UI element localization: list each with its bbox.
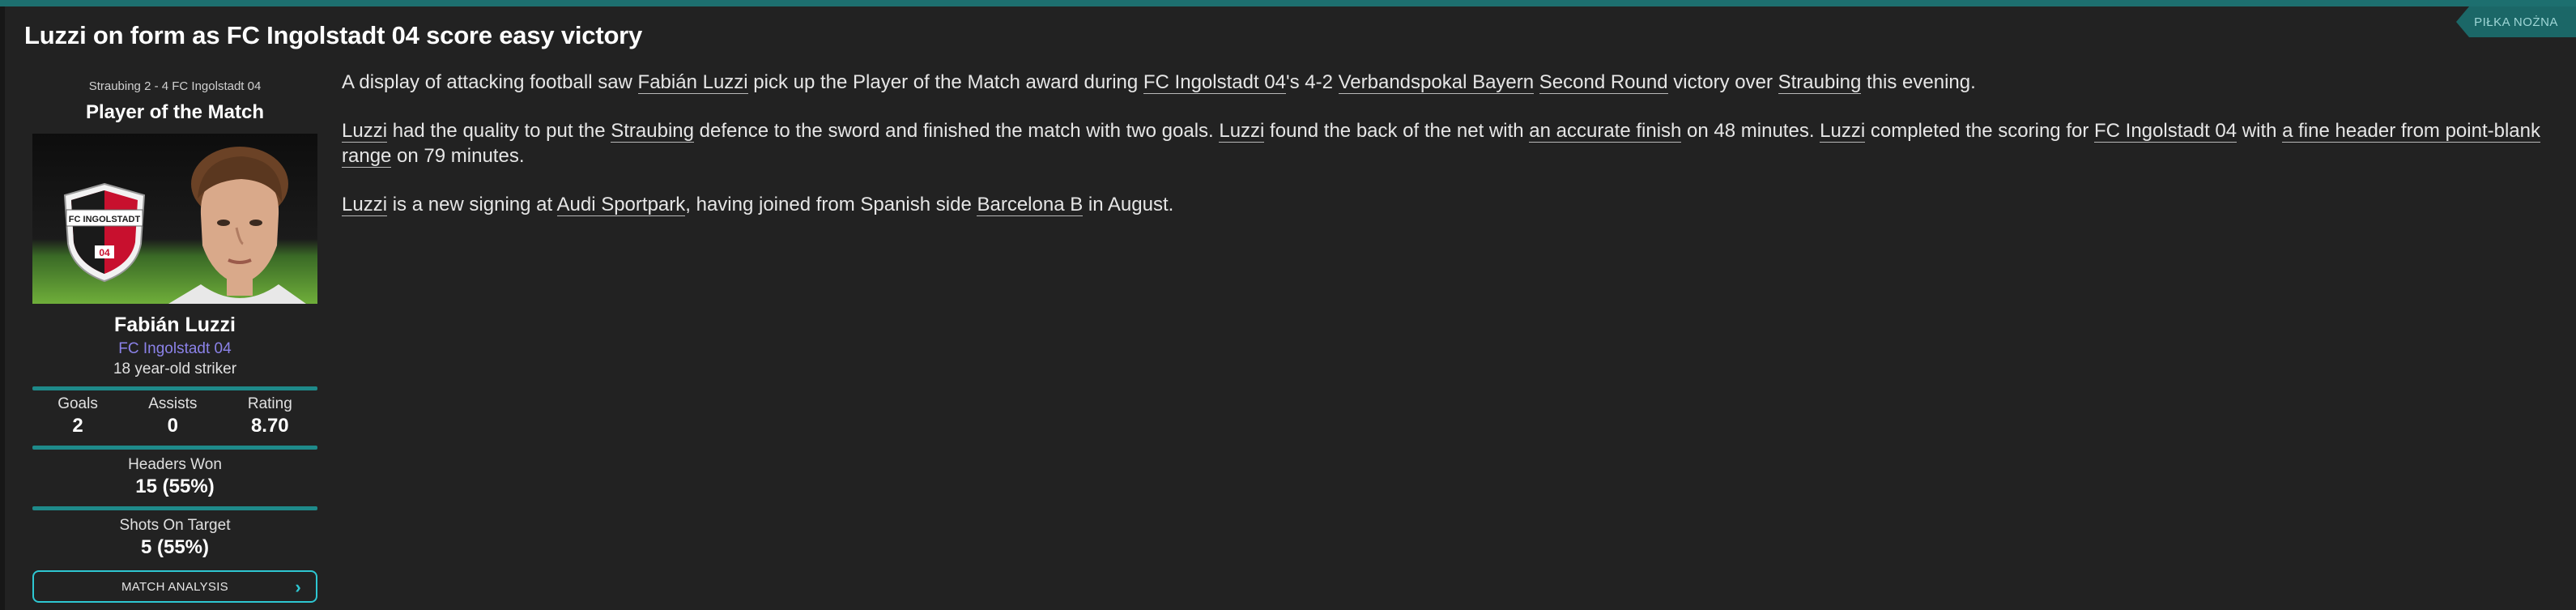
goal-highlight-link[interactable]: an accurate finish: [1529, 120, 1682, 143]
stats-row: Goals 2 Assists 0 Rating 8.70: [32, 395, 317, 437]
match-score-line[interactable]: Straubing 2 - 4 FC Ingolstadt 04: [32, 79, 317, 93]
stat-label: Headers Won: [128, 456, 222, 473]
player-club-link[interactable]: FC Ingolstadt 04: [32, 340, 317, 358]
club-link[interactable]: FC Ingolstadt 04: [2094, 120, 2238, 143]
stat-headers-won: Headers Won 15 (55%): [32, 456, 317, 498]
player-link[interactable]: Luzzi: [342, 194, 388, 216]
divider: [32, 446, 317, 450]
article-text: on 48 minutes.: [1681, 120, 1820, 142]
stat-rating: Rating 8.70: [248, 395, 292, 437]
article-paragraph: Luzzi is a new signing at Audi Sportpark…: [342, 192, 2544, 217]
round-link[interactable]: Second Round: [1539, 71, 1668, 94]
award-title: Player of the Match: [85, 101, 265, 123]
article-text: pick up the Player of the Match award du…: [747, 71, 1143, 93]
article-body: A display of attacking football saw Fabi…: [342, 70, 2544, 241]
stat-shots-on-target: Shots On Target 5 (55%): [32, 517, 317, 559]
stat-assists: Assists 0: [148, 395, 197, 437]
top-accent-bar: [0, 0, 2576, 6]
stat-value: 5 (55%): [140, 536, 210, 558]
player-of-match-card: Straubing 2 - 4 FC Ingolstadt 04 Player …: [32, 73, 317, 603]
divider: [32, 506, 317, 510]
stat-value: 2: [72, 415, 83, 437]
match-analysis-label: MATCH ANALYSIS: [121, 579, 228, 594]
stat-value: 0: [167, 415, 179, 437]
article-paragraph: A display of attacking football saw Fabi…: [342, 70, 2544, 95]
news-headline: Luzzi on form as FC Ingolstadt 04 score …: [24, 21, 643, 49]
divider: [32, 386, 317, 390]
crest-text: FC INGOLSTADT: [69, 215, 141, 224]
player-link[interactable]: Luzzi: [1820, 120, 1866, 143]
article-text: , having joined from Spanish side: [685, 194, 977, 215]
stat-label: Goals: [57, 395, 98, 412]
article-text: this evening.: [1861, 71, 1976, 93]
stat-label: Rating: [247, 395, 292, 412]
category-badge[interactable]: PIŁKA NOŻNA: [2456, 6, 2576, 37]
stat-label: Shots On Target: [119, 517, 231, 534]
stat-value: 8.70: [250, 415, 289, 437]
article-text: A display of attacking football saw: [342, 71, 638, 93]
player-name[interactable]: Fabián Luzzi: [32, 314, 317, 337]
player-description: 18 year-old striker: [113, 360, 237, 378]
article-text: had the quality to put the: [387, 120, 611, 142]
left-edge: [0, 6, 5, 610]
stat-label: Assists: [148, 395, 198, 412]
player-link[interactable]: Luzzi: [342, 120, 388, 143]
opponent-link[interactable]: Straubing: [1778, 71, 1862, 94]
competition-link[interactable]: Verbandspokal Bayern: [1338, 71, 1535, 94]
player-link[interactable]: Luzzi: [1219, 120, 1265, 143]
stat-value: 15 (55%): [135, 476, 215, 497]
article-text: 's 4-2: [1286, 71, 1339, 93]
article-text: in August.: [1083, 194, 1174, 215]
opponent-link[interactable]: Straubing: [611, 120, 694, 143]
former-club-link[interactable]: Barcelona B: [977, 194, 1084, 216]
chevron-right-icon: ›: [295, 577, 301, 597]
player-portrait-icon: [168, 147, 306, 304]
stadium-link[interactable]: Audi Sportpark: [556, 194, 686, 216]
article-text: [1534, 71, 1539, 93]
stat-goals: Goals 2: [57, 395, 98, 437]
article-text: with: [2237, 120, 2283, 142]
club-crest-icon: FC INGOLSTADT 04: [63, 182, 146, 283]
article-text: completed the scoring for: [1865, 120, 2094, 142]
crest-number: 04: [99, 247, 110, 258]
news-panel: Luzzi on form as FC Ingolstadt 04 score …: [0, 0, 2576, 610]
article-text: victory over: [1667, 71, 1778, 93]
player-link[interactable]: Fabián Luzzi: [637, 71, 748, 94]
article-text: found the back of the net with: [1264, 120, 1530, 142]
club-link[interactable]: FC Ingolstadt 04: [1143, 71, 1286, 94]
match-analysis-button[interactable]: MATCH ANALYSIS ›: [32, 570, 317, 603]
article-paragraph: Luzzi had the quality to put the Straubi…: [342, 118, 2544, 168]
player-photo[interactable]: FC INGOLSTADT 04: [32, 134, 317, 304]
article-text: is a new signing at: [387, 194, 557, 215]
article-text: defence to the sword and finished the ma…: [693, 120, 1220, 142]
article-text: on 79 minutes.: [391, 145, 525, 167]
